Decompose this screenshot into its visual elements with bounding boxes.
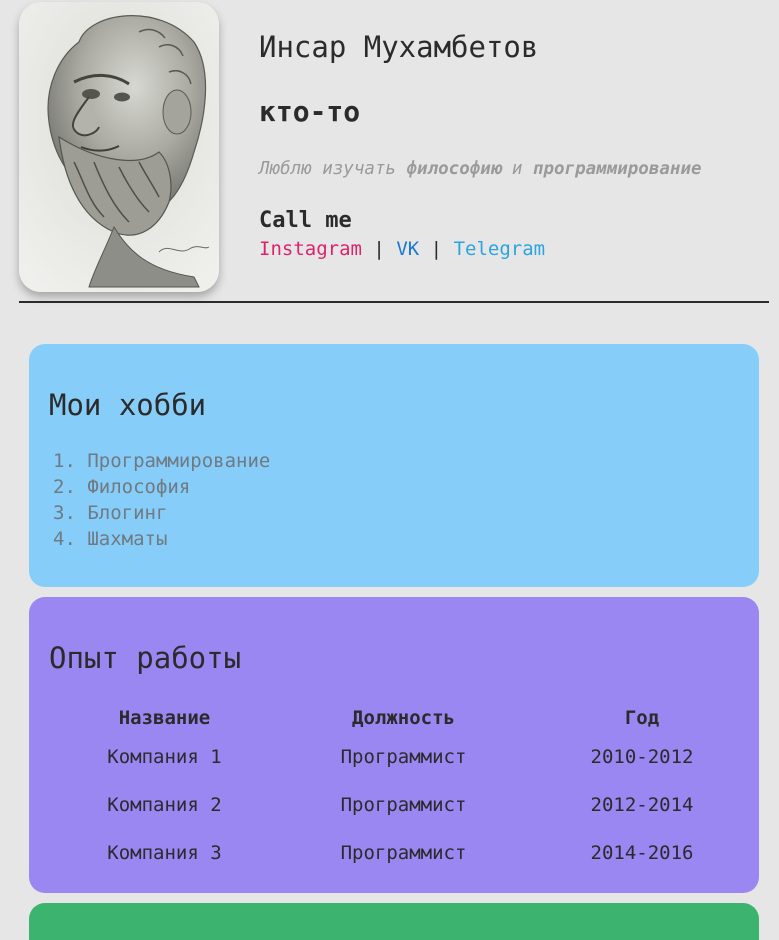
link-separator: | [430,238,443,260]
contacts-heading: Call me [259,208,352,233]
link-separator: | [373,238,385,260]
list-item-label: Философия [87,476,191,498]
cell-position: Программист [340,794,467,816]
list-item-number: 3. [53,502,76,524]
work-experience-card: Опыт работы Название Должность Год Компа… [29,597,759,893]
cell-year: 2012-2014 [590,794,694,816]
cell-year: 2014-2016 [590,842,694,864]
next-section-card [29,903,759,940]
about-emphasis-programming: программирование [532,159,702,179]
list-item: 4. Шахматы [53,526,270,552]
hobbies-list: 1. Программирование 2. Философия 3. Блог… [53,448,270,552]
telegram-link[interactable]: Telegram [454,238,546,260]
work-table: Название Должность Год Компания 1 Програ… [49,703,757,877]
list-item: 2. Философия [53,474,270,500]
cell-company: Компания 3 [107,842,222,864]
list-item: 1. Программирование [53,448,270,474]
hobbies-card: Мои хобби 1. Программирование 2. Философ… [29,344,759,587]
list-item-number: 4. [53,528,76,550]
column-header-company: Название [118,707,211,729]
socrates-bust-image [19,2,219,292]
cell-position: Программист [340,746,467,768]
work-title: Опыт работы [49,641,242,675]
profile-role: кто-то [259,95,361,128]
table-row: Компания 2 Программист 2012-2014 [49,781,757,829]
cell-company: Компания 1 [107,746,222,768]
table-row: Компания 3 Программист 2014-2016 [49,829,757,877]
profile-name: Инсар Мухамбетов [259,30,539,64]
cell-position: Программист [340,842,467,864]
about-text-middle: и [501,159,533,179]
list-item-number: 2. [53,476,76,498]
about-emphasis-philosophy: философию [406,159,502,179]
list-item-number: 1. [53,450,76,472]
contact-links: Instagram | VK | Telegram [259,238,545,260]
profile-about: Люблю изучать философию и программирован… [259,159,702,179]
cell-year: 2010-2012 [590,746,694,768]
instagram-link[interactable]: Instagram [259,238,362,260]
column-header-position: Должность [352,707,455,729]
column-header-year: Год [624,707,660,729]
list-item: 3. Блогинг [53,500,270,526]
profile-photo [19,2,219,292]
list-item-label: Блогинг [87,502,168,524]
profile-header: Инсар Мухамбетов кто-то Люблю изучать фи… [0,0,779,303]
list-item-label: Шахматы [87,528,168,550]
table-row: Компания 1 Программист 2010-2012 [49,733,757,781]
hobbies-title: Мои хобби [49,388,207,422]
vk-link[interactable]: VK [396,238,419,260]
about-text-prefix: Люблю изучать [259,159,407,179]
list-item-label: Программирование [87,450,271,472]
header-divider [19,301,769,303]
cell-company: Компания 2 [107,794,222,816]
table-header-row: Название Должность Год [49,703,757,733]
